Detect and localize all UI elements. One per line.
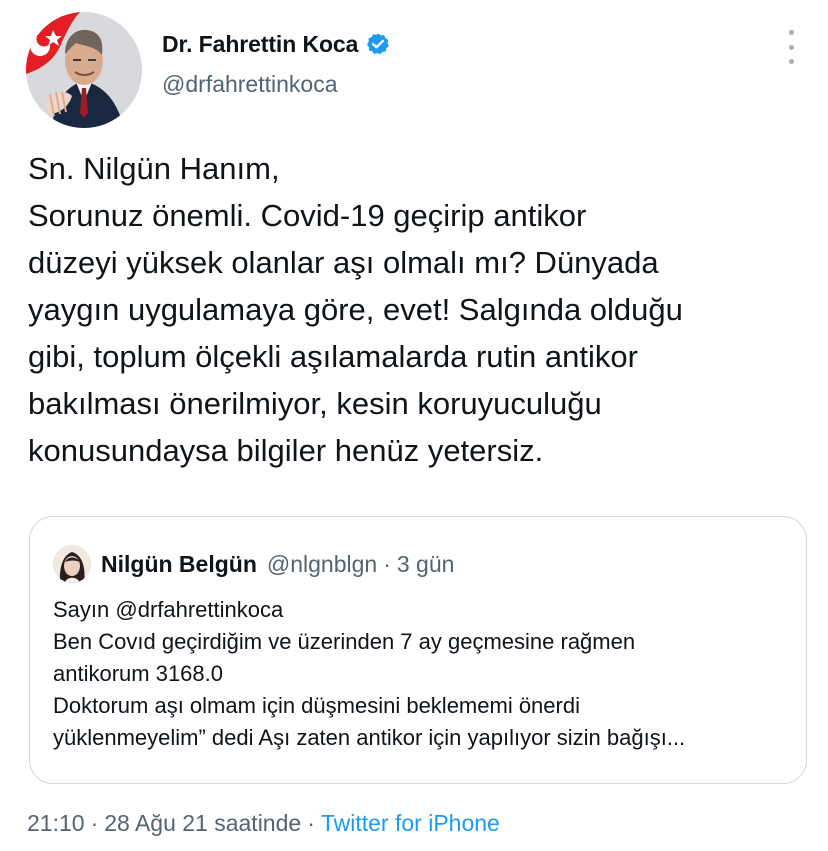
quoted-text-line: yüklenmeyelim” dedi Aşı zaten antikor iç… (53, 725, 686, 750)
tweet-text-line: yaygın uygulamaya göre, evet! Salgında o… (28, 292, 683, 327)
quoted-text-line: Doktorum aşı olmam için düşmesini beklem… (53, 693, 580, 718)
tweet-time[interactable]: 21:10 (27, 810, 85, 836)
more-dot-icon (788, 59, 794, 64)
quoted-author-handle[interactable]: @nlgnblgn (267, 551, 377, 577)
tweet-text-line: düzeyi yüksek olanlar aşı olmalı mı? Dün… (28, 245, 659, 280)
author-display-name[interactable]: Dr. Fahrettin Koca (162, 31, 358, 58)
tweet-container: Dr. Fahrettin Koca @drfahrettinkoca Sn. … (0, 0, 828, 851)
tweet-text-line: bakılması önerilmiyor, kesin koruyuculuğ… (28, 386, 602, 421)
quoted-tweet-text: Sayın @drfahrettinkoca Ben Covıd geçirdi… (53, 594, 788, 754)
tweet-header: Dr. Fahrettin Koca @drfahrettinkoca (26, 12, 806, 128)
quoted-author-avatar[interactable] (53, 545, 91, 583)
author-avatar[interactable] (26, 12, 142, 128)
tweet-date[interactable]: 28 Ağu 21 saatinde (104, 810, 301, 836)
quoted-meta: @nlgnblgn · 3 gün (267, 551, 455, 578)
avatar-image (26, 12, 142, 128)
author-info: Dr. Fahrettin Koca @drfahrettinkoca (162, 27, 390, 98)
quoted-avatar-image (53, 545, 91, 583)
tweet-source-link[interactable]: Twitter for iPhone (321, 810, 500, 836)
footer-separator: · (307, 810, 315, 836)
footer-separator: · (90, 810, 99, 836)
tweet-footer: 21:10 · 28 Ağu 21 saatinde · Twitter for iPh… (27, 808, 500, 838)
quoted-separator: · (383, 550, 391, 577)
verified-badge-icon (366, 32, 390, 56)
quoted-text-line: antikorum 3168.0 (53, 661, 223, 686)
quoted-tweet-card[interactable]: Nilgün Belgün @nlgnblgn · 3 gün Sayın @drf… (29, 516, 807, 784)
quoted-age[interactable]: 3 gün (397, 551, 455, 577)
quoted-text-line: Sayın @drfahrettinkoca (53, 597, 284, 622)
more-dot-icon (788, 44, 794, 50)
quoted-author-name[interactable]: Nilgün Belgün (101, 551, 257, 578)
quoted-text-line: Ben Covıd geçirdiğim ve üzerinden 7 ay g… (53, 629, 636, 654)
author-name-row: Dr. Fahrettin Koca (162, 27, 390, 61)
more-vertical-icon[interactable] (784, 30, 798, 64)
tweet-text-line: gibi, toplum ölçekli aşılamalarda rutin … (28, 339, 638, 374)
author-handle[interactable]: @drfahrettinkoca (162, 71, 390, 98)
quoted-tweet-header: Nilgün Belgün @nlgnblgn · 3 gün (53, 543, 786, 585)
tweet-text-line: Sorunuz önemli. Covid-19 geçirip antikor (28, 198, 587, 233)
tweet-text-line: Sn. Nilgün Hanım, (28, 151, 280, 186)
tweet-text: Sn. Nilgün Hanım, Sorunuz önemli. Covid-… (28, 145, 818, 474)
more-dot-icon (788, 30, 794, 35)
tweet-text-line: konusundaysa bilgiler henüz yetersiz. (28, 433, 544, 468)
